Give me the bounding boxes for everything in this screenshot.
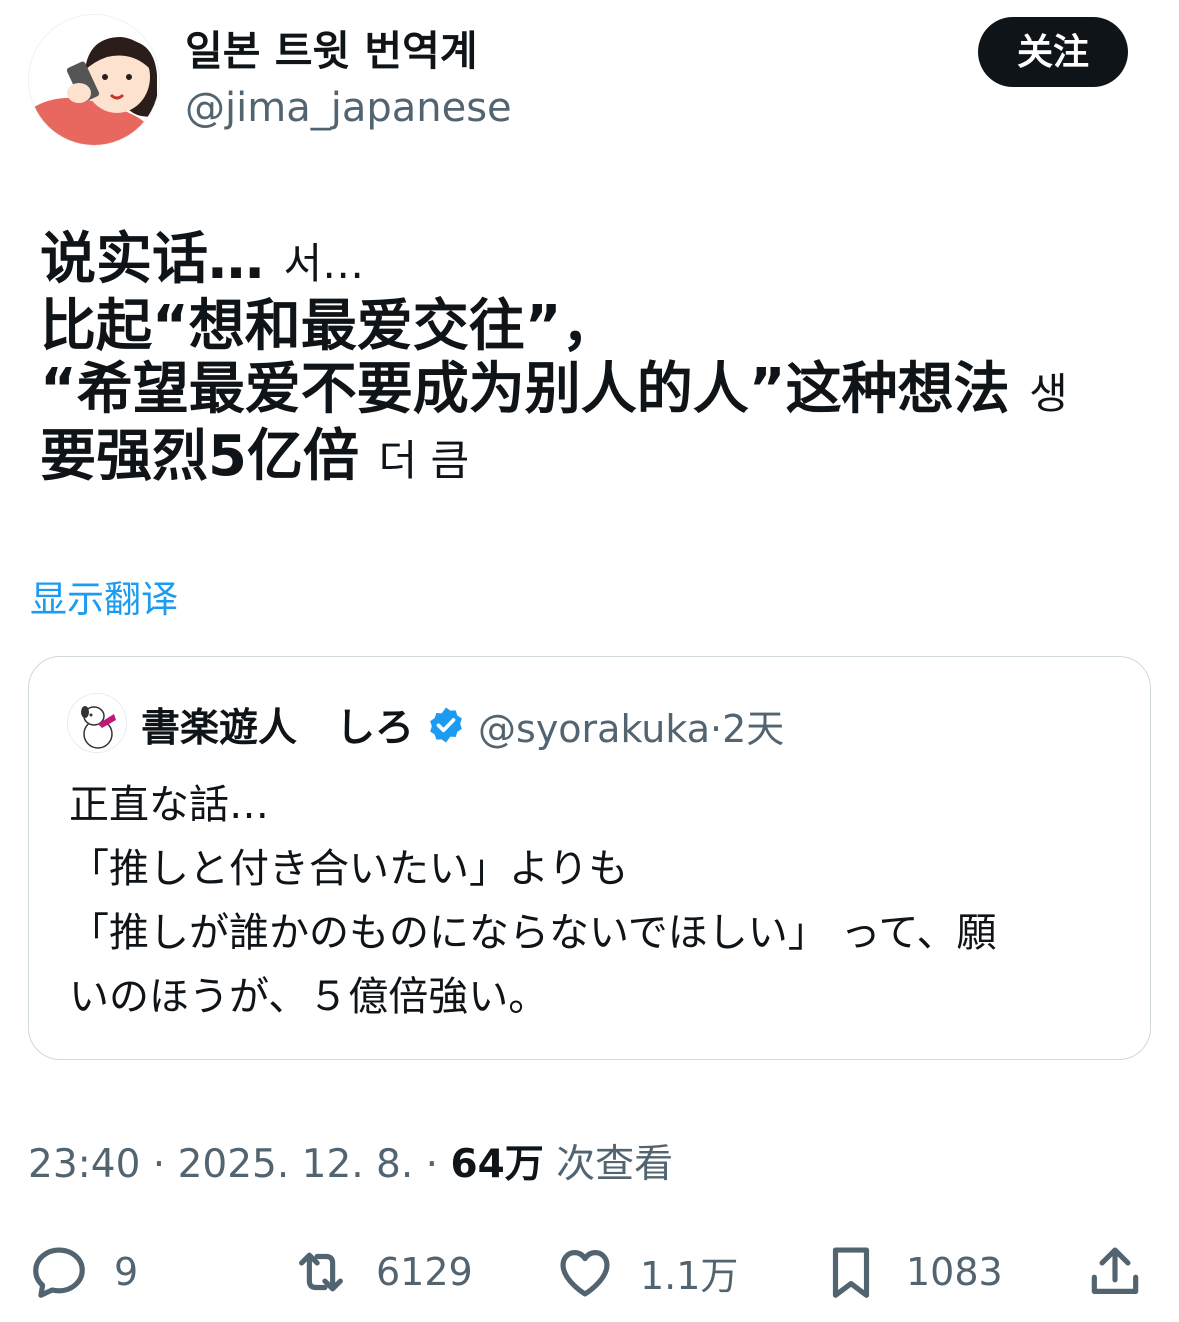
reply-count: 9 [114,1250,139,1294]
dog-illustration-icon [68,694,126,752]
bookmark-button[interactable]: 1083 [820,1232,1003,1312]
tweet-meta: 23:40 · 2025. 12. 8. · 64万 次查看 [28,1138,673,1192]
bookmark-count: 1083 [906,1250,1003,1294]
retweet-icon [299,1252,343,1292]
quote-author-avatar[interactable] [67,693,127,753]
reply-icon [33,1247,85,1298]
tweet-line: 说实话… 서… [40,228,1150,295]
author-avatar[interactable] [28,14,160,146]
quote-text: 正直な話… 「推しと付き合いたい」よりも 「推しが誰かのものにならないでほしい」… [69,773,1129,1029]
author-display-name[interactable]: 일본 트윗 번역계 [185,26,478,76]
heart-icon [560,1250,610,1297]
timestamp[interactable]: 23:40 · 2025. 12. 8. · [28,1142,450,1187]
retweet-button[interactable]: 6129 [290,1232,473,1312]
tweet-line: 比起“想和最爱交往”， [40,295,1150,358]
views-count: 64万 [450,1142,544,1187]
quote-line: 「推しが誰かのものにならないでほしい」 って、願 [69,910,997,956]
verified-badge-icon [426,705,466,745]
woman-on-phone-illustration [29,15,159,145]
tweet-line-text: “希望最爱不要成为别人的人”这种想法 [40,357,1010,422]
quote-author-name[interactable]: 書楽遊人 しろ [141,697,414,753]
tweet-text: 说实话… 서… 比起“想和最爱交往”， “希望最爱不要成为别人的人”这种想法 생… [40,228,1150,492]
follow-button[interactable]: 关注 [978,17,1128,87]
like-button[interactable]: 1.1万 [554,1232,738,1312]
views-label: 次查看 [543,1142,674,1187]
share-button[interactable] [1084,1232,1146,1312]
share-icon [1091,1247,1139,1294]
quote-header: 書楽遊人 しろ @syorakuka·2天 [141,697,784,753]
retweet-count: 6129 [376,1250,473,1294]
tweet-line-text: 比起“想和最爱交往”， [40,294,618,359]
tweet-line-text: 说实话… [40,227,264,292]
quote-line: 正直な話… [69,782,269,828]
author-handle[interactable]: @jima_japanese [185,84,512,132]
quote-line: いのほうが、５億倍強い。 [69,974,549,1020]
quote-tweet-card[interactable]: 書楽遊人 しろ @syorakuka·2天 正直な話… 「推しと付き合いたい」よ… [28,656,1151,1060]
tweet-line-kr: 서… [283,239,365,288]
like-count: 1.1万 [640,1253,739,1298]
action-bar: 9 6129 1.1万 1083 [0,1232,1179,1312]
quote-author-handle[interactable]: @syorakuka·2天 [478,698,784,753]
tweet-line-text: 要强烈5亿倍 [40,424,359,489]
tweet-line: 要强烈5亿倍 더 큼 [40,425,1150,492]
quote-line: 「推しと付き合いたい」よりも [69,846,629,892]
tweet-line: “希望最爱不要成为别人的人”这种想法 생 [40,358,1150,425]
show-translation-link[interactable]: 显示翻译 [30,576,178,624]
bookmark-icon [832,1247,870,1298]
tweet-line-kr: 생 [1029,369,1068,418]
tweet-line-kr: 더 큼 [378,436,470,485]
reply-button[interactable]: 9 [28,1232,138,1312]
